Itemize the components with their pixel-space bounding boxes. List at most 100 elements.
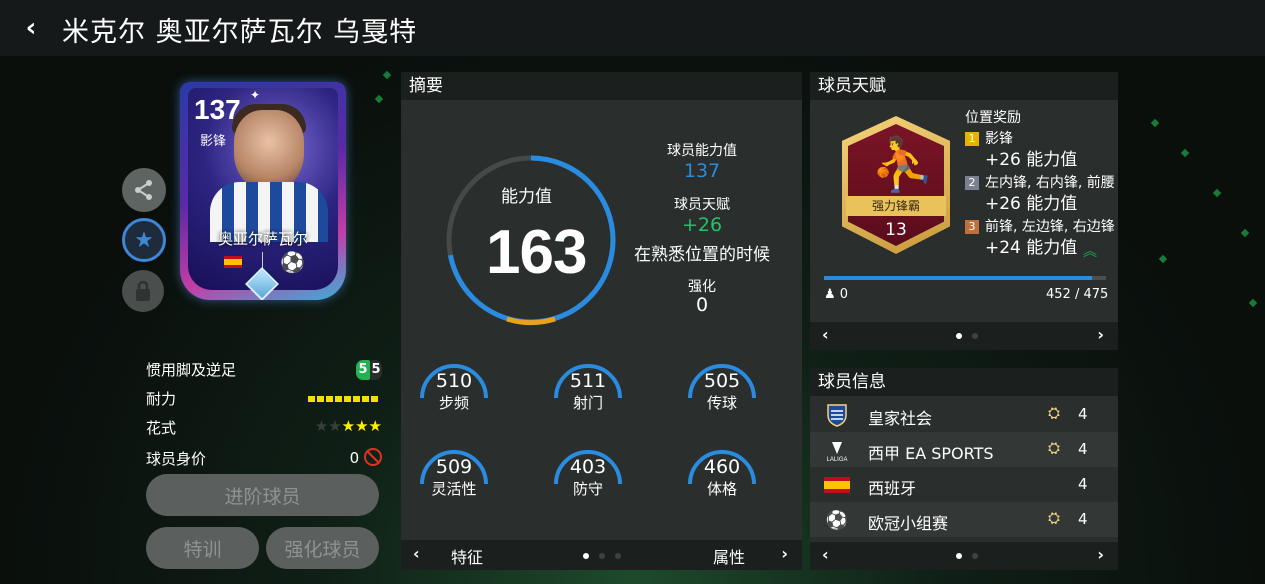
real-sociedad-crest-icon	[824, 403, 850, 427]
chemistry-icon: ⛭	[1048, 439, 1061, 457]
pager-next-button[interactable]: ›	[781, 544, 788, 563]
striker-figure-icon: ⛹	[870, 135, 935, 195]
sub-stat[interactable]: 509 灵活性	[409, 450, 499, 499]
event-count: 4	[1078, 510, 1088, 528]
boost-icon: ♟	[824, 287, 836, 302]
position-reward-title: 位置奖励	[965, 110, 1021, 126]
decor-arrow	[1240, 228, 1250, 238]
boost-count-value: 0	[839, 287, 849, 302]
laliga-logo-icon: LALIGA	[824, 438, 850, 462]
chemistry-icon: ⛭	[1048, 404, 1061, 422]
share-button[interactable]	[122, 168, 166, 212]
enhance-label: 强化	[688, 279, 716, 295]
sub-stat[interactable]: 505 传球	[677, 364, 767, 413]
sub-stat[interactable]: 510 步频	[409, 364, 499, 413]
decor-arrow	[1180, 148, 1190, 158]
skill-moves-label: 花式	[146, 419, 177, 437]
info-next-button[interactable]: ›	[1097, 545, 1104, 564]
card-divider	[262, 252, 263, 268]
preferred-foot-rating: 5	[356, 360, 370, 380]
pager-dot	[972, 553, 978, 559]
info-row-club[interactable]: 皇家社会 ⛭ 4	[810, 397, 1118, 432]
pager-dot	[599, 553, 605, 559]
player-card[interactable]: 137 影锋 ✦ 奥亚尔萨瓦尔 ⚽	[180, 82, 346, 300]
enhance-player-button[interactable]: 强化球员	[266, 527, 379, 569]
pager-dot	[583, 553, 589, 559]
player-value: 0	[350, 448, 382, 467]
decor-arrow	[1158, 254, 1168, 264]
lock-button[interactable]	[122, 270, 164, 312]
football-icon: ⚽	[280, 250, 305, 274]
base-rating-label: 球员能力值	[667, 143, 737, 159]
card-player-name: 奥亚尔萨瓦尔	[217, 230, 308, 248]
skill-star-icon: ★	[341, 417, 356, 435]
info-row-nation[interactable]: 西班牙 4	[810, 467, 1118, 502]
rank-badge-icon: 3	[965, 220, 979, 234]
traits-dots	[956, 333, 978, 339]
traits-next-button[interactable]: ›	[1097, 325, 1104, 344]
lock-icon	[136, 280, 150, 301]
upgrade-player-button[interactable]: 进阶球员	[146, 474, 379, 516]
pager-prev-button[interactable]: ‹	[413, 544, 420, 563]
summary-panel: 摘要 能力值 163 球员能力值 137 球员天赋 +26 在熟悉位置的时候 强…	[401, 72, 802, 570]
info-row-league[interactable]: LALIGA 西甲 EA SPORTS ⛭ 4	[810, 432, 1118, 467]
boost-count: ♟ 0	[824, 287, 848, 302]
pager-dot	[615, 553, 621, 559]
player-value-number: 0	[349, 449, 360, 467]
stamina-label: 耐力	[146, 390, 177, 408]
no-sale-icon	[364, 448, 382, 466]
sub-stat-arc	[420, 364, 488, 399]
club-name: 皇家社会	[868, 409, 933, 428]
pager-dot	[956, 553, 962, 559]
spain-flag-icon	[824, 473, 850, 497]
share-icon	[135, 180, 152, 200]
ring-label: 能力值	[501, 187, 552, 207]
trait-progress-bar	[824, 276, 1106, 280]
sub-stat-arc	[554, 364, 622, 399]
training-button[interactable]: 特训	[146, 527, 259, 569]
decor-arrow	[382, 70, 392, 80]
sub-stat[interactable]: 403 防守	[543, 450, 633, 499]
pager-dots	[583, 553, 621, 559]
sub-stat[interactable]: 460 体格	[677, 450, 767, 499]
overall-value: 163	[486, 218, 587, 287]
player-value-row: 球员身价 0	[146, 446, 382, 470]
traits-pager: ‹ ›	[810, 322, 1118, 350]
champions-league-icon: ✦	[250, 88, 261, 102]
pager-right-label[interactable]: 属性	[713, 544, 745, 568]
info-dots	[956, 553, 978, 559]
info-pager: ‹ ›	[810, 542, 1118, 570]
league-name: 西甲 EA SPORTS	[868, 444, 994, 463]
decor-arrow	[374, 94, 384, 104]
trait-bonus-note: 在熟悉位置的时候	[634, 245, 770, 265]
pager-dot	[972, 333, 978, 339]
sub-stat[interactable]: 511 射门	[543, 364, 633, 413]
info-prev-button[interactable]: ‹	[822, 545, 829, 564]
sub-stat-arc	[688, 450, 756, 485]
player-portrait	[234, 110, 304, 190]
favorite-button[interactable]: ★	[122, 218, 166, 262]
info-row-event[interactable]: ⚽ 欧冠小组赛 ⛭ 4	[810, 502, 1118, 537]
svg-text:LALIGA: LALIGA	[826, 457, 847, 462]
player-info-title: 球员信息	[810, 368, 1118, 396]
weak-foot-row: 惯用脚及逆足 55	[146, 357, 382, 381]
pager-left-label[interactable]: 特征	[451, 544, 483, 568]
upgrade-arrow-icon: ︽	[1083, 244, 1097, 260]
back-button[interactable]: ‹	[18, 13, 44, 43]
summary-pager: ‹ 特征 属性 ›	[401, 540, 802, 570]
sub-stat-arc	[420, 450, 488, 485]
reward-bonus: +26 能力值	[985, 194, 1078, 214]
skill-star-icon: ★	[328, 417, 342, 435]
sub-stat-arc	[554, 450, 622, 485]
skill-moves-stars: ★★★★★	[315, 417, 382, 435]
trait-progress-fill	[824, 276, 1092, 280]
decor-arrow	[1150, 118, 1160, 128]
reward-bonus: +26 能力值	[985, 150, 1078, 170]
champions-league-ball-icon: ⚽	[825, 509, 849, 531]
trait-bonus-value: +26	[681, 214, 723, 236]
weak-foot-value: 55	[356, 359, 382, 380]
card-rating: 137	[194, 94, 241, 125]
traits-prev-button[interactable]: ‹	[822, 325, 829, 344]
nation-name: 西班牙	[868, 479, 917, 498]
stamina-bar	[308, 396, 380, 402]
